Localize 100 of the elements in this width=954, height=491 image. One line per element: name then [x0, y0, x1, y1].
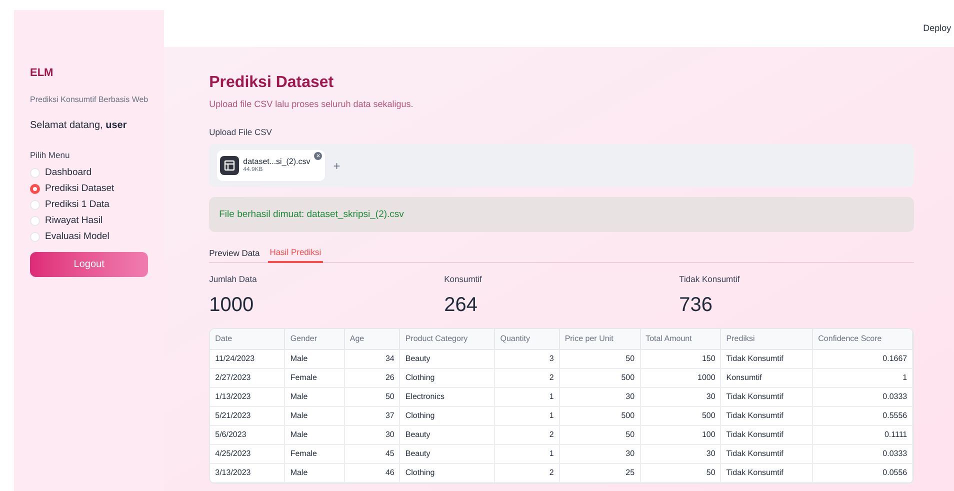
table-cell: 500 [640, 406, 721, 425]
table-cell: Konsumtif [720, 368, 813, 387]
table-cell: Electronics [400, 387, 495, 406]
menu-radio-item[interactable]: Prediksi 1 Data [30, 198, 148, 212]
table-cell: 45 [344, 444, 400, 463]
radio-button[interactable] [30, 200, 40, 210]
menu-radio-item[interactable]: Riwayat Hasil [30, 214, 148, 228]
table-cell: 1 [494, 444, 560, 463]
table-cell: Tidak Konsumtif [720, 444, 813, 463]
column-header[interactable]: Confidence Score [812, 329, 913, 349]
table-cell: 11/24/2023 [210, 349, 285, 368]
table-cell: 2/27/2023 [210, 368, 285, 387]
menu-radio-item[interactable]: Evaluasi Model [30, 230, 148, 244]
metric-value: 1000 [209, 293, 255, 318]
table-cell: 34 [344, 349, 400, 368]
page-subtitle: Upload file CSV lalu proses seluruh data sekaligus. [209, 98, 414, 111]
table-cell: 2 [494, 368, 560, 387]
table-cell: Male [284, 406, 344, 425]
table-cell: 0.1111 [812, 425, 913, 444]
table-cell: Clothing [400, 406, 495, 425]
table-cell: 3 [494, 349, 560, 368]
metric-label: Jumlah Data [209, 273, 258, 286]
table-cell: Beauty [400, 444, 495, 463]
table-cell: Tidak Konsumtif [720, 349, 813, 368]
table-cell: 30 [640, 444, 721, 463]
column-header[interactable]: Date [210, 329, 285, 349]
table-cell: 37 [344, 406, 400, 425]
table-cell: Tidak Konsumtif [720, 463, 813, 482]
table-cell: 0.0333 [812, 387, 913, 406]
table-cell: Male [284, 463, 344, 482]
menu-label: Pilih Menu [30, 148, 71, 162]
table-cell: 100 [640, 425, 721, 444]
table-cell: 25 [559, 463, 640, 482]
column-header[interactable]: Age [344, 329, 400, 349]
metric-label: Konsumtif [444, 273, 483, 286]
add-file-button[interactable]: + [333, 156, 340, 175]
radio-button[interactable] [30, 184, 40, 194]
table-cell: 1 [812, 368, 913, 387]
table-cell: Male [284, 387, 344, 406]
greeting-text: Selamat datang, user [30, 118, 128, 132]
table-cell: Clothing [400, 368, 495, 387]
upload-label: Upload File CSV [209, 126, 273, 138]
table-cell: Female [284, 368, 344, 387]
column-header[interactable]: Product Category [400, 329, 495, 349]
table-cell: Clothing [400, 463, 495, 482]
table-cell: 3/13/2023 [210, 463, 285, 482]
metric-value: 264 [444, 293, 478, 318]
metric-label: Tidak Konsumtif [679, 273, 741, 286]
table-cell: 30 [559, 444, 640, 463]
table-cell: Female [284, 444, 344, 463]
table-cell: Tidak Konsumtif [720, 425, 813, 444]
column-header[interactable]: Total Amount [640, 329, 721, 349]
tab[interactable]: Preview Data [209, 244, 260, 264]
table-cell: Male [284, 425, 344, 444]
table-cell: 0.5556 [812, 406, 913, 425]
column-header[interactable]: Quantity [494, 329, 560, 349]
success-message: File berhasil dimuat: dataset_skripsi_(2).csv [219, 208, 404, 222]
table-cell: 500 [559, 368, 640, 387]
table-cell: 1 [494, 387, 560, 406]
table-cell: 4/25/2023 [210, 444, 285, 463]
table-cell: 1 [494, 406, 560, 425]
table-cell: 30 [640, 387, 721, 406]
logout-button[interactable]: Logout [30, 252, 148, 278]
table-cell: Male [284, 349, 344, 368]
menu-radio-item[interactable]: Dashboard [30, 166, 148, 180]
brand-name: ELM [30, 66, 54, 81]
table-cell: 500 [559, 406, 640, 425]
table-cell: 50 [344, 387, 400, 406]
deploy-link[interactable]: Deploy [923, 22, 952, 36]
table-cell: 0.1667 [812, 349, 913, 368]
column-header[interactable]: Gender [284, 329, 344, 349]
table-cell: 26 [344, 368, 400, 387]
table-cell: 5/6/2023 [210, 425, 285, 444]
radio-button[interactable] [30, 168, 40, 178]
table-cell: 30 [559, 387, 640, 406]
table-cell: 50 [559, 425, 640, 444]
table-cell: 1000 [640, 368, 721, 387]
table-cell: 46 [344, 463, 400, 482]
table-cell: 5/21/2023 [210, 406, 285, 425]
metric-value: 736 [679, 293, 714, 318]
tab[interactable]: Hasil Prediksi [268, 244, 324, 264]
file-name: dataset...si_(2).csv [243, 158, 310, 166]
column-header[interactable]: Price per Unit [559, 329, 640, 349]
menu-radio-item[interactable]: Prediksi Dataset [30, 182, 148, 196]
table-cell: 150 [640, 349, 721, 368]
table-cell: 1/13/2023 [210, 387, 285, 406]
table-cell: 2 [494, 425, 560, 444]
table-cell: Beauty [400, 425, 495, 444]
page-title: Prediksi Dataset [209, 73, 335, 93]
table-cell: 50 [559, 349, 640, 368]
table-cell: 0.0556 [812, 463, 913, 482]
table-cell: 0.0333 [812, 444, 913, 463]
app-subtitle: Prediksi Konsumtif Berbasis Web [30, 94, 148, 106]
column-header[interactable]: Prediksi [720, 329, 813, 349]
table-cell: Tidak Konsumtif [720, 406, 813, 425]
table-cell: Tidak Konsumtif [720, 387, 813, 406]
table-cell: 2 [494, 463, 560, 482]
radio-button[interactable] [30, 232, 40, 242]
radio-button[interactable] [30, 216, 40, 226]
table-cell: Beauty [400, 349, 495, 368]
